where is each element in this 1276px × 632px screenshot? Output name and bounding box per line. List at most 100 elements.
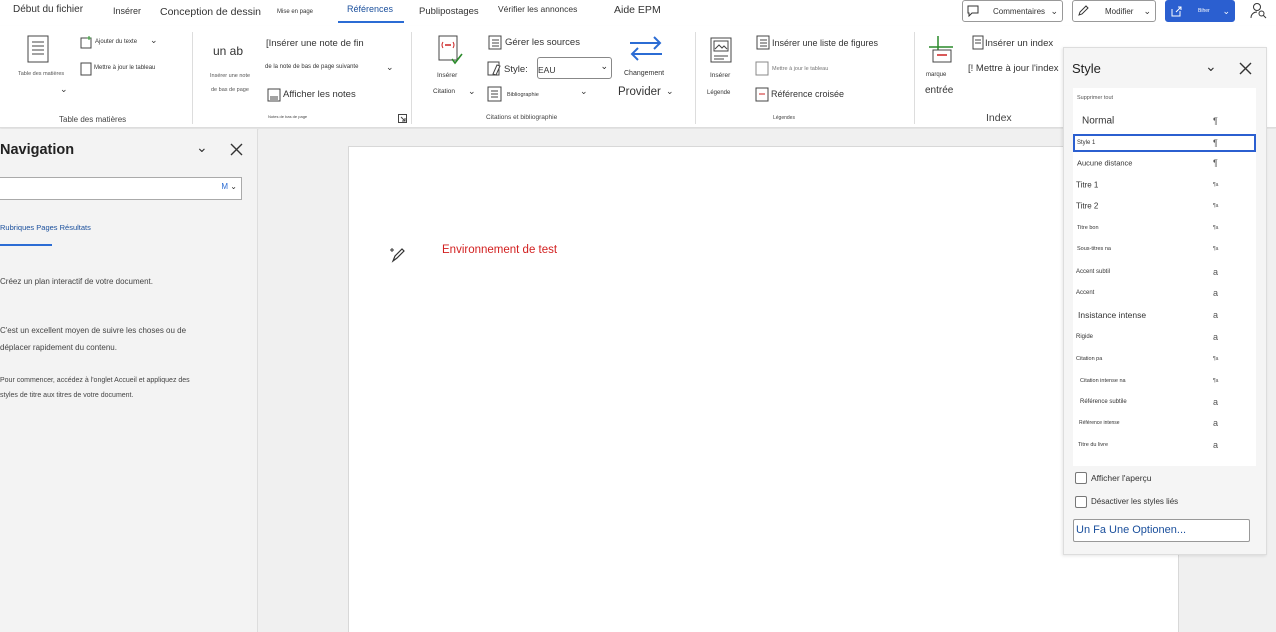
show-notes-button[interactable]: Afficher les notes	[283, 89, 356, 100]
insert-citation-label-1[interactable]: Insérer	[437, 72, 457, 79]
style-label: Insistance intense	[1078, 310, 1147, 320]
style-label: Accent subtil	[1076, 269, 1111, 275]
style-item-title[interactable]: Titre bon ¶a	[1073, 219, 1256, 237]
insert-index-icon	[972, 35, 984, 50]
style-label: Titre 2	[1076, 201, 1099, 211]
toc-button-label[interactable]: Table des matières	[18, 71, 64, 77]
show-preview-label: Afficher l'aperçu	[1091, 473, 1152, 483]
insert-citation-label-2[interactable]: Citation	[433, 88, 455, 95]
document-body-text[interactable]: Environnement de test	[442, 244, 557, 256]
clear-all-button[interactable]: Supprimer tout	[1077, 95, 1113, 101]
group-separator	[914, 32, 915, 124]
mark-entry-icon[interactable]	[927, 34, 955, 64]
chevron-down-icon[interactable]: ⌄	[60, 84, 68, 95]
style-list[interactable]: Supprimer tout Normal ¶ Style 1 ¶ Aucune d…	[1073, 88, 1256, 466]
share-button[interactable]: Biher ⌄	[1165, 0, 1235, 22]
close-icon[interactable]	[230, 143, 243, 156]
share-icon	[1171, 6, 1182, 17]
insert-figures-list-button[interactable]: Insérer une liste de figures	[772, 38, 878, 48]
swap-arrows-icon[interactable]	[628, 35, 664, 61]
style-options-button[interactable]: Un Fa Une Optionen...	[1073, 519, 1250, 542]
show-preview-checkbox[interactable]	[1075, 472, 1087, 484]
style-item-heading1[interactable]: Titre 1 ¶a	[1073, 176, 1256, 194]
tab-design[interactable]: Conception de dessin	[160, 6, 261, 18]
insert-endnote-button[interactable]: [Insérer une note de fin	[266, 38, 364, 49]
show-notes-icon	[267, 88, 281, 102]
dialog-launcher-icon[interactable]	[398, 114, 407, 123]
style-item-intense-quote[interactable]: Citation intense na ¶a	[1073, 372, 1256, 390]
navigation-search-input[interactable]: M ⌄	[0, 177, 242, 200]
tab-file[interactable]: Début du fichier	[13, 4, 83, 15]
bibliography-button[interactable]: Bibliographie	[507, 92, 539, 98]
disable-linked-styles-checkbox[interactable]	[1075, 496, 1087, 508]
tab-references[interactable]: Références	[347, 4, 393, 14]
style-type-marker: a	[1213, 440, 1219, 450]
style-label: Titre du livre	[1078, 442, 1109, 448]
chevron-down-icon[interactable]: ⌄	[468, 86, 476, 97]
style-item-no-spacing[interactable]: Aucune distance ¶	[1073, 154, 1256, 172]
insert-caption-label-2[interactable]: Légende	[707, 90, 730, 96]
insert-citation-icon[interactable]	[438, 35, 464, 65]
chevron-down-icon[interactable]: ⌄	[666, 86, 674, 97]
add-text-button[interactable]: Ajouter du texte	[95, 39, 137, 45]
close-icon[interactable]	[1239, 62, 1252, 75]
style-item-book-title[interactable]: Titre du livre a	[1073, 436, 1256, 454]
citation-style-select[interactable]: EAU ⌄	[537, 57, 612, 79]
manage-sources-button[interactable]: Gérer les sources	[505, 37, 580, 48]
mark-entry-label-1[interactable]: marque	[926, 72, 946, 78]
provider-button[interactable]: Provider	[618, 86, 661, 98]
style-item-heading2[interactable]: Titre 2 ¶a	[1073, 197, 1256, 215]
tab-insert[interactable]: Insérer	[113, 6, 141, 16]
change-button-label[interactable]: Changement	[624, 70, 664, 77]
chevron-down-icon[interactable]: ⌄	[386, 62, 394, 73]
table-of-contents-icon[interactable]	[27, 35, 49, 63]
active-nav-tab-indicator	[0, 244, 52, 246]
style-item-quote[interactable]: Citation pa ¶a	[1073, 350, 1256, 368]
style-item-subtle-reference[interactable]: Référence subtile a	[1073, 393, 1256, 411]
style-item-strong[interactable]: Rigide a	[1073, 328, 1256, 346]
update-index-button[interactable]: [! Mettre à jour l'index	[968, 63, 1059, 74]
update-toc-button[interactable]: Mettre à jour le tableau	[94, 65, 155, 71]
style-item-intense-emphasis[interactable]: Insistance intense a	[1073, 306, 1256, 324]
insert-footnote-label-1[interactable]: Insérer une note	[210, 73, 250, 79]
insert-caption-icon[interactable]	[710, 37, 732, 63]
style-item-subtitle[interactable]: Sous-titres na ¶a	[1073, 240, 1256, 258]
tab-help[interactable]: Aide EPM	[614, 4, 661, 16]
chevron-down-icon[interactable]: ⌄	[1205, 58, 1217, 75]
chevron-down-icon[interactable]: ⌄	[150, 35, 158, 46]
insert-footnote-label-2[interactable]: de bas de page	[211, 87, 249, 93]
ai-pen-icon[interactable]	[388, 245, 408, 265]
document-page[interactable]	[348, 146, 1179, 632]
style-label: Sous-titres na	[1077, 246, 1111, 252]
style-type-marker: ¶	[1213, 116, 1218, 126]
bibliography-icon	[487, 86, 502, 102]
style-type-marker: a	[1213, 397, 1219, 407]
insert-index-button[interactable]: Insérer un index	[985, 38, 1053, 49]
style-label: Aucune distance	[1077, 158, 1133, 168]
search-options-button[interactable]: M ⌄	[221, 182, 237, 191]
update-figures-table-button[interactable]: Mettre à jour le tableau	[772, 66, 828, 72]
insert-caption-label-1[interactable]: Insérer	[710, 72, 730, 79]
style-label: Citation intense na	[1080, 378, 1126, 384]
chevron-down-icon[interactable]: ⌄	[196, 139, 208, 156]
next-footnote-button[interactable]: de la note de bas de page suivante	[265, 64, 358, 70]
style-item-style1[interactable]: Style 1 ¶	[1073, 134, 1256, 152]
edit-mode-button[interactable]: Modifier ⌄	[1072, 0, 1156, 22]
comments-button[interactable]: Commentaires ⌄	[962, 0, 1063, 22]
style-item-intense-reference[interactable]: Référence intense a	[1073, 414, 1256, 432]
insert-footnote-icon-text[interactable]: un ab	[213, 44, 243, 58]
tab-layout[interactable]: Mise en page	[277, 9, 313, 15]
person-search-icon[interactable]	[1249, 1, 1267, 19]
style-label: Style 1	[1077, 140, 1096, 146]
tab-review[interactable]: Vérifier les annonces	[498, 4, 577, 14]
cross-reference-button[interactable]: Référence croisée	[771, 89, 844, 99]
style-item-subtle-emphasis[interactable]: Accent subtil a	[1073, 263, 1256, 281]
style-item-emphasis[interactable]: Accent a	[1073, 284, 1256, 302]
style-label: Titre bon	[1077, 225, 1099, 231]
comment-icon	[967, 5, 979, 17]
style-item-normal[interactable]: Normal ¶	[1073, 112, 1256, 130]
chevron-down-icon[interactable]: ⌄	[580, 86, 588, 97]
tab-mailings[interactable]: Publipostages	[419, 6, 479, 17]
mark-entry-label-2[interactable]: entrée	[925, 85, 953, 96]
navigation-tabs[interactable]: Rubriques Pages Résultats	[0, 223, 91, 232]
